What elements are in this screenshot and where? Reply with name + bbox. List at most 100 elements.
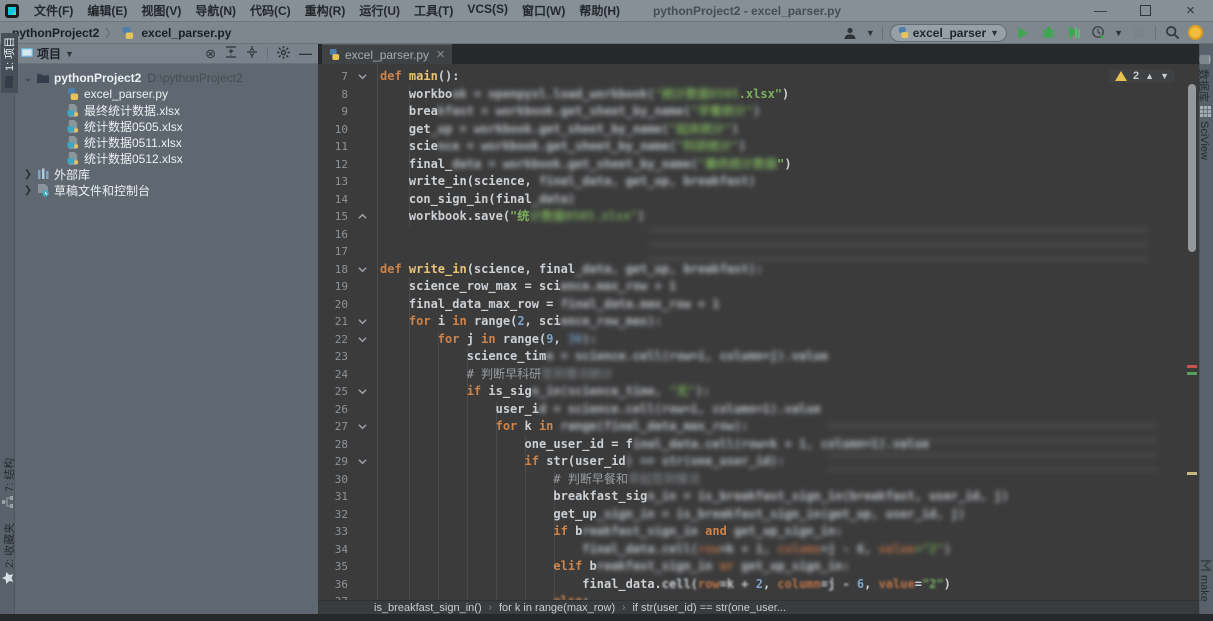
prev-problem-icon[interactable]: ▲ bbox=[1145, 71, 1154, 81]
editor-breadcrumbs: is_breakfast_sign_in()›for k in range(ma… bbox=[318, 600, 1199, 614]
menu-item[interactable]: 编辑(E) bbox=[80, 2, 134, 19]
nav-crumb-project[interactable]: pythonProject2 bbox=[10, 26, 101, 40]
user-dropdown-icon[interactable]: ▼ bbox=[866, 28, 875, 38]
tool-window-button[interactable]: make bbox=[1196, 556, 1212, 606]
menu-item[interactable]: 视图(V) bbox=[134, 2, 188, 19]
code-token: e = science.cell(row=i, column=j).value bbox=[546, 349, 828, 363]
profiler-button[interactable] bbox=[1089, 24, 1107, 42]
fold-spacer bbox=[348, 541, 377, 559]
locate-file-icon[interactable]: ⊗ bbox=[205, 46, 216, 62]
tool-window-button[interactable]: 7: 结构 bbox=[1, 454, 18, 512]
status-strip bbox=[0, 614, 1213, 621]
code-token: # 判断早餐和 bbox=[380, 472, 628, 486]
run-with-coverage-button[interactable] bbox=[1064, 24, 1082, 42]
fold-marker-icon[interactable] bbox=[348, 313, 377, 331]
editor-scrollbar[interactable] bbox=[1188, 84, 1196, 252]
code-token: 早起签到情况 bbox=[628, 472, 700, 486]
breadcrumb-item[interactable]: for k in range(max_row) bbox=[499, 602, 615, 614]
code-editor[interactable]: 7def main():8 workbook = openpyxl.load_w… bbox=[318, 64, 1199, 600]
run-configuration-select[interactable]: excel_parser ▼ bbox=[890, 24, 1007, 42]
code-token: ) bbox=[638, 209, 645, 223]
menu-item[interactable]: 运行(U) bbox=[352, 2, 407, 19]
code-token: , bbox=[763, 577, 777, 591]
code-token: breakfast_sig bbox=[380, 489, 647, 503]
tree-item[interactable]: ❯外部库 bbox=[15, 166, 318, 182]
fold-marker-icon[interactable] bbox=[348, 68, 377, 86]
next-problem-icon[interactable]: ▼ bbox=[1160, 71, 1169, 81]
code-token: range( bbox=[503, 332, 546, 346]
fold-spacer bbox=[348, 173, 377, 191]
python-file-icon bbox=[120, 27, 136, 39]
minimize-button[interactable]: — bbox=[1078, 0, 1123, 21]
hide-panel-icon[interactable]: — bbox=[299, 46, 312, 61]
debug-button[interactable] bbox=[1039, 24, 1057, 42]
run-button[interactable] bbox=[1014, 24, 1032, 42]
tree-item[interactable]: 统计数据0511.xlsx bbox=[15, 134, 318, 150]
editor-tab[interactable]: excel_parser.py ✕ bbox=[322, 44, 452, 64]
user-icon[interactable] bbox=[841, 24, 859, 42]
menu-item[interactable]: VCS(S) bbox=[460, 2, 515, 19]
menu-item[interactable]: 代码(C) bbox=[243, 2, 298, 19]
collapse-all-icon[interactable] bbox=[246, 46, 258, 61]
tool-window-button[interactable]: SciView bbox=[1196, 102, 1212, 164]
code-token: in bbox=[452, 314, 474, 328]
tool-window-button[interactable]: 数据库 bbox=[1195, 50, 1212, 106]
tree-item-label: 最终统计数据.xlsx bbox=[84, 102, 180, 119]
code-text: con_sign_in(final_data) bbox=[377, 191, 575, 209]
tree-item[interactable]: ❯草稿文件和控制台 bbox=[15, 182, 318, 198]
tab-close-icon[interactable]: ✕ bbox=[436, 48, 445, 61]
maximize-button[interactable] bbox=[1123, 0, 1168, 21]
inspections-widget[interactable]: 2 ▲ ▼ bbox=[1109, 69, 1175, 83]
window-title: pythonProject2 - excel_parser.py bbox=[653, 4, 841, 18]
breadcrumb-item[interactable]: if str(user_id) == str(one_user... bbox=[632, 602, 785, 614]
profiler-dropdown-icon[interactable]: ▼ bbox=[1114, 28, 1123, 38]
run-configuration-label: excel_parser bbox=[913, 26, 986, 40]
settings-gear-icon[interactable] bbox=[277, 46, 290, 62]
fold-spacer bbox=[348, 576, 377, 594]
chevron-down-icon[interactable]: ▼ bbox=[65, 49, 74, 59]
breadcrumb-item[interactable]: is_breakfast_sign_in() bbox=[374, 602, 482, 614]
search-everywhere-icon[interactable] bbox=[1163, 24, 1181, 42]
fold-spacer bbox=[348, 226, 377, 244]
code-line: 32 get_up_sign_in = is_breakfast_sign_in… bbox=[318, 506, 1199, 524]
code-line: 9 breakfast = workbook.get_sheet_by_name… bbox=[318, 103, 1199, 121]
tool-window-button[interactable]: 1: 项目 bbox=[1, 33, 18, 93]
tree-item[interactable]: 最终统计数据.xlsx bbox=[15, 102, 318, 118]
tree-item[interactable]: ⌄pythonProject2D:\pythonProject2 bbox=[15, 70, 318, 86]
code-token: "科研统计" bbox=[676, 139, 738, 153]
menu-item[interactable]: 重构(R) bbox=[298, 2, 353, 19]
project-window-icon bbox=[21, 48, 33, 59]
promotion-icon[interactable] bbox=[1188, 25, 1203, 40]
nav-crumb-file[interactable]: excel_parser.py bbox=[139, 26, 233, 40]
code-line: 24 # 判断早科研签到情况统计 bbox=[318, 366, 1199, 384]
fold-marker-icon[interactable] bbox=[348, 383, 377, 401]
menu-item[interactable]: 帮助(H) bbox=[572, 2, 627, 19]
indent-guide bbox=[525, 436, 526, 601]
close-button[interactable]: × bbox=[1168, 0, 1213, 21]
code-token: "统计数据0505 bbox=[655, 87, 739, 101]
code-token: final_ bbox=[380, 157, 452, 171]
code-token: ence_row_max): bbox=[561, 314, 662, 328]
stop-button[interactable] bbox=[1130, 24, 1148, 42]
fold-marker-icon[interactable] bbox=[348, 261, 377, 279]
menu-item[interactable]: 文件(F) bbox=[27, 2, 80, 19]
fold-marker-icon[interactable] bbox=[348, 208, 377, 226]
menu-item[interactable]: 工具(T) bbox=[407, 2, 460, 19]
tree-item[interactable]: excel_parser.py bbox=[15, 86, 318, 102]
code-line: 13 write_in(science, final_data, get_up,… bbox=[318, 173, 1199, 191]
fold-marker-icon[interactable] bbox=[348, 453, 377, 471]
line-number: 30 bbox=[318, 471, 348, 489]
pycharm-logo-icon bbox=[5, 4, 19, 18]
fold-marker-icon[interactable] bbox=[348, 331, 377, 349]
tree-item[interactable]: 统计数据0512.xlsx bbox=[15, 150, 318, 166]
line-number: 25 bbox=[318, 383, 348, 401]
menu-item[interactable]: 导航(N) bbox=[188, 2, 243, 19]
tree-item[interactable]: 统计数据0505.xlsx bbox=[15, 118, 318, 134]
code-token: get_up bbox=[380, 507, 597, 521]
tool-window-button[interactable]: 2: 收藏夹 bbox=[1, 519, 18, 588]
tree-item-label: pythonProject2 bbox=[54, 71, 141, 85]
expand-all-icon[interactable] bbox=[225, 46, 237, 61]
project-panel-title[interactable]: 项目 bbox=[37, 45, 61, 62]
menu-item[interactable]: 窗口(W) bbox=[515, 2, 572, 19]
fold-marker-icon[interactable] bbox=[348, 418, 377, 436]
